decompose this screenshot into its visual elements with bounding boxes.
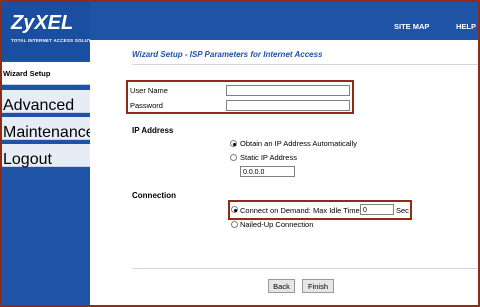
sidebar-item-label: Wizard Setup xyxy=(3,69,51,78)
brand-tagline: TOTAL INTERNET ACCESS SOLUTION xyxy=(11,38,100,43)
app-frame: ZyXEL TOTAL INTERNET ACCESS SOLUTION Wiz… xyxy=(2,2,478,305)
main-content: Wizard Setup - ISP Parameters for Intern… xyxy=(90,40,478,305)
ip-auto-radio[interactable] xyxy=(230,140,237,147)
ip-address-heading: IP Address xyxy=(132,126,174,135)
username-field[interactable] xyxy=(226,85,350,96)
page-title: Wizard Setup - ISP Parameters for Intern… xyxy=(132,50,323,59)
connect-demand-radio[interactable] xyxy=(231,206,238,213)
divider-bottom xyxy=(132,268,478,269)
nailed-up-label: Nailed-Up Connection xyxy=(240,220,314,229)
static-ip-field[interactable]: 0.0.0.0 xyxy=(240,166,295,177)
username-label: User Name xyxy=(130,86,168,95)
password-label: Password xyxy=(130,101,163,110)
back-button[interactable]: Back xyxy=(268,279,295,293)
idle-time-field[interactable]: 0 xyxy=(360,204,394,215)
connect-demand-label: Connect on Demand: Max Idle Time xyxy=(240,206,360,215)
help-link[interactable]: HELP xyxy=(456,22,476,31)
brand-name: ZyXEL xyxy=(11,12,74,34)
connection-heading: Connection xyxy=(132,191,176,200)
idle-unit-label: Sec xyxy=(396,206,409,215)
ip-static-label: Static IP Address xyxy=(240,153,297,162)
ip-auto-label: Obtain an IP Address Automatically xyxy=(240,139,358,148)
sidebar-item-logout[interactable]: Logout xyxy=(2,144,90,168)
sidebar-item-label: Logout xyxy=(3,151,52,168)
divider xyxy=(132,64,478,65)
sidebar: ZyXEL TOTAL INTERNET ACCESS SOLUTION Wiz… xyxy=(2,2,99,305)
ip-static-radio[interactable] xyxy=(230,154,237,161)
sidebar-item-advanced-setup[interactable]: Advanced Setup xyxy=(2,90,90,132)
finish-button[interactable]: Finish xyxy=(302,279,334,293)
password-field[interactable] xyxy=(226,100,350,111)
site-map-link[interactable]: SITE MAP xyxy=(394,22,429,31)
sidebar-item-wizard-setup[interactable]: Wizard Setup xyxy=(2,62,90,85)
nailed-up-radio[interactable] xyxy=(231,221,238,228)
sidebar-item-label: Maintenance xyxy=(3,124,95,141)
sidebar-item-maintenance[interactable]: Maintenance xyxy=(2,117,95,141)
top-bar: SITE MAP HELP xyxy=(90,2,478,40)
logo: ZyXEL TOTAL INTERNET ACCESS SOLUTION xyxy=(2,2,99,60)
